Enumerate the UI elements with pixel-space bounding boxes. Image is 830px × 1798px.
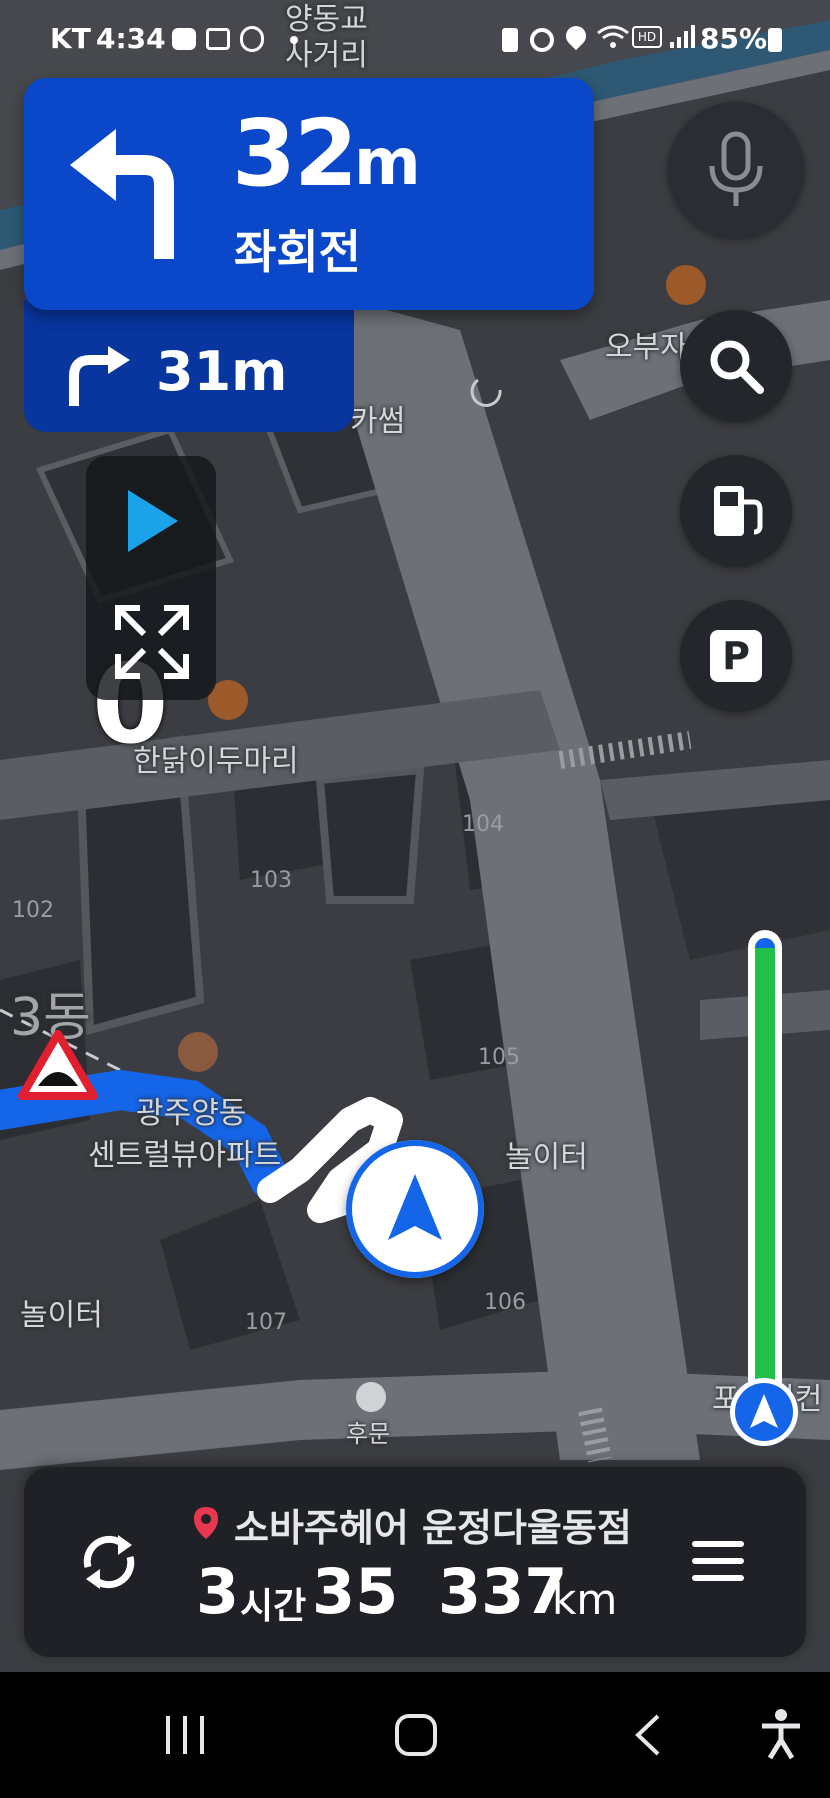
map-label-back-gate[interactable]: 후문 bbox=[346, 1414, 390, 1449]
time-label: 4:34 bbox=[96, 22, 166, 55]
turn-left-arrow-icon bbox=[70, 129, 174, 259]
wifi-icon bbox=[596, 24, 630, 50]
next-turn-card[interactable]: 31m bbox=[24, 300, 354, 432]
search-button[interactable] bbox=[680, 310, 792, 422]
message-icon bbox=[172, 28, 196, 50]
hamburger-menu-icon bbox=[692, 1541, 744, 1581]
battery-saver-icon bbox=[502, 28, 518, 52]
gallery-icon bbox=[206, 28, 230, 50]
hd-icon: HD bbox=[632, 26, 662, 48]
back-button[interactable] bbox=[630, 1712, 666, 1758]
building-number: 103 bbox=[250, 868, 292, 893]
eta-hours-unit: 시간 bbox=[240, 1586, 307, 1627]
dot-icon bbox=[290, 36, 298, 44]
map-label-cafe[interactable]: 카썸 bbox=[350, 396, 405, 440]
charging-icon bbox=[768, 28, 782, 52]
media-control-panel bbox=[86, 456, 216, 700]
parking-icon: P bbox=[710, 630, 762, 682]
search-icon bbox=[710, 340, 764, 394]
remaining-distance-unit: km bbox=[552, 1575, 618, 1624]
back-icon bbox=[635, 1714, 660, 1756]
destination-pin-icon bbox=[194, 1507, 218, 1539]
reroute-icon bbox=[83, 1535, 135, 1589]
route-progress-end bbox=[755, 938, 775, 948]
eta-minutes: 35 bbox=[312, 1555, 399, 1628]
menu-button[interactable] bbox=[690, 1537, 746, 1585]
building-number: 105 bbox=[478, 1045, 520, 1070]
remaining-distance: 337 bbox=[438, 1555, 568, 1628]
speed-bump-warning-icon bbox=[18, 1030, 98, 1102]
eta-hours: 3 bbox=[196, 1555, 240, 1628]
play-button[interactable] bbox=[120, 486, 184, 556]
turn-instruction-card[interactable]: 32 m 좌회전 bbox=[24, 78, 594, 310]
map-label-playground1[interactable]: 놀이터 bbox=[505, 1132, 588, 1176]
voice-button[interactable] bbox=[668, 102, 804, 238]
route-summary-panel[interactable]: 소바주헤어 운정다울동점 3 시간 35 337 km bbox=[24, 1467, 806, 1657]
map-label-apartment-line1[interactable]: 광주양동 bbox=[136, 1088, 246, 1132]
turn-distance-value: 32 bbox=[232, 100, 358, 207]
recent-apps-button[interactable] bbox=[160, 1712, 210, 1758]
turn-right-arrow-icon bbox=[69, 346, 130, 406]
navigation-arrow-icon bbox=[750, 1394, 778, 1428]
home-icon bbox=[395, 1714, 437, 1756]
building-number: 106 bbox=[484, 1290, 526, 1315]
accessibility-button[interactable] bbox=[758, 1708, 804, 1760]
gas-station-icon bbox=[714, 486, 763, 536]
alarm-icon bbox=[530, 28, 554, 52]
navigation-arrow-icon bbox=[388, 1174, 442, 1240]
turn-distance-unit: m bbox=[354, 126, 421, 200]
location-icon bbox=[561, 21, 591, 51]
play-icon bbox=[128, 490, 178, 552]
map-label-apartment-line2[interactable]: 센트럴뷰아파트 bbox=[88, 1130, 281, 1174]
home-button[interactable] bbox=[394, 1712, 438, 1758]
apartment-marker-icon[interactable] bbox=[178, 1032, 218, 1072]
carrier-label: KT bbox=[50, 22, 91, 55]
recent-apps-icon bbox=[166, 1716, 204, 1754]
gate-marker-icon[interactable] bbox=[356, 1382, 386, 1412]
microphone-icon bbox=[709, 131, 763, 206]
signal-icon bbox=[668, 24, 696, 50]
fullscreen-button[interactable] bbox=[114, 604, 190, 680]
reroute-button[interactable] bbox=[74, 1527, 144, 1597]
system-navigation-bar bbox=[0, 1672, 830, 1798]
status-bar: KT 4:34 HD 85% bbox=[0, 0, 830, 78]
restaurant-marker-icon[interactable] bbox=[666, 265, 706, 305]
parking-button[interactable]: P bbox=[680, 600, 792, 712]
destination-name: 소바주헤어 운정다울동점 bbox=[234, 1506, 632, 1550]
battery-percent-label: 85% bbox=[700, 22, 768, 55]
building-number: 102 bbox=[12, 898, 54, 923]
nav-app-icon bbox=[240, 26, 264, 52]
accessibility-icon bbox=[762, 1709, 800, 1760]
map-label-restaurant1[interactable]: 오부자 bbox=[605, 322, 688, 366]
route-progress-track bbox=[748, 930, 782, 1402]
expand-icon bbox=[115, 605, 189, 679]
current-location-marker bbox=[346, 1140, 484, 1278]
turn-instruction-text: 좌회전 bbox=[234, 225, 361, 279]
building-number: 107 bbox=[245, 1310, 287, 1335]
map-label-playground2[interactable]: 놀이터 bbox=[20, 1290, 103, 1334]
gas-station-button[interactable] bbox=[680, 455, 792, 567]
route-progress-position-marker bbox=[730, 1378, 798, 1446]
next-turn-distance: 31m bbox=[156, 340, 288, 403]
route-progress-fill bbox=[755, 938, 775, 1394]
building-number: 104 bbox=[462, 812, 504, 837]
